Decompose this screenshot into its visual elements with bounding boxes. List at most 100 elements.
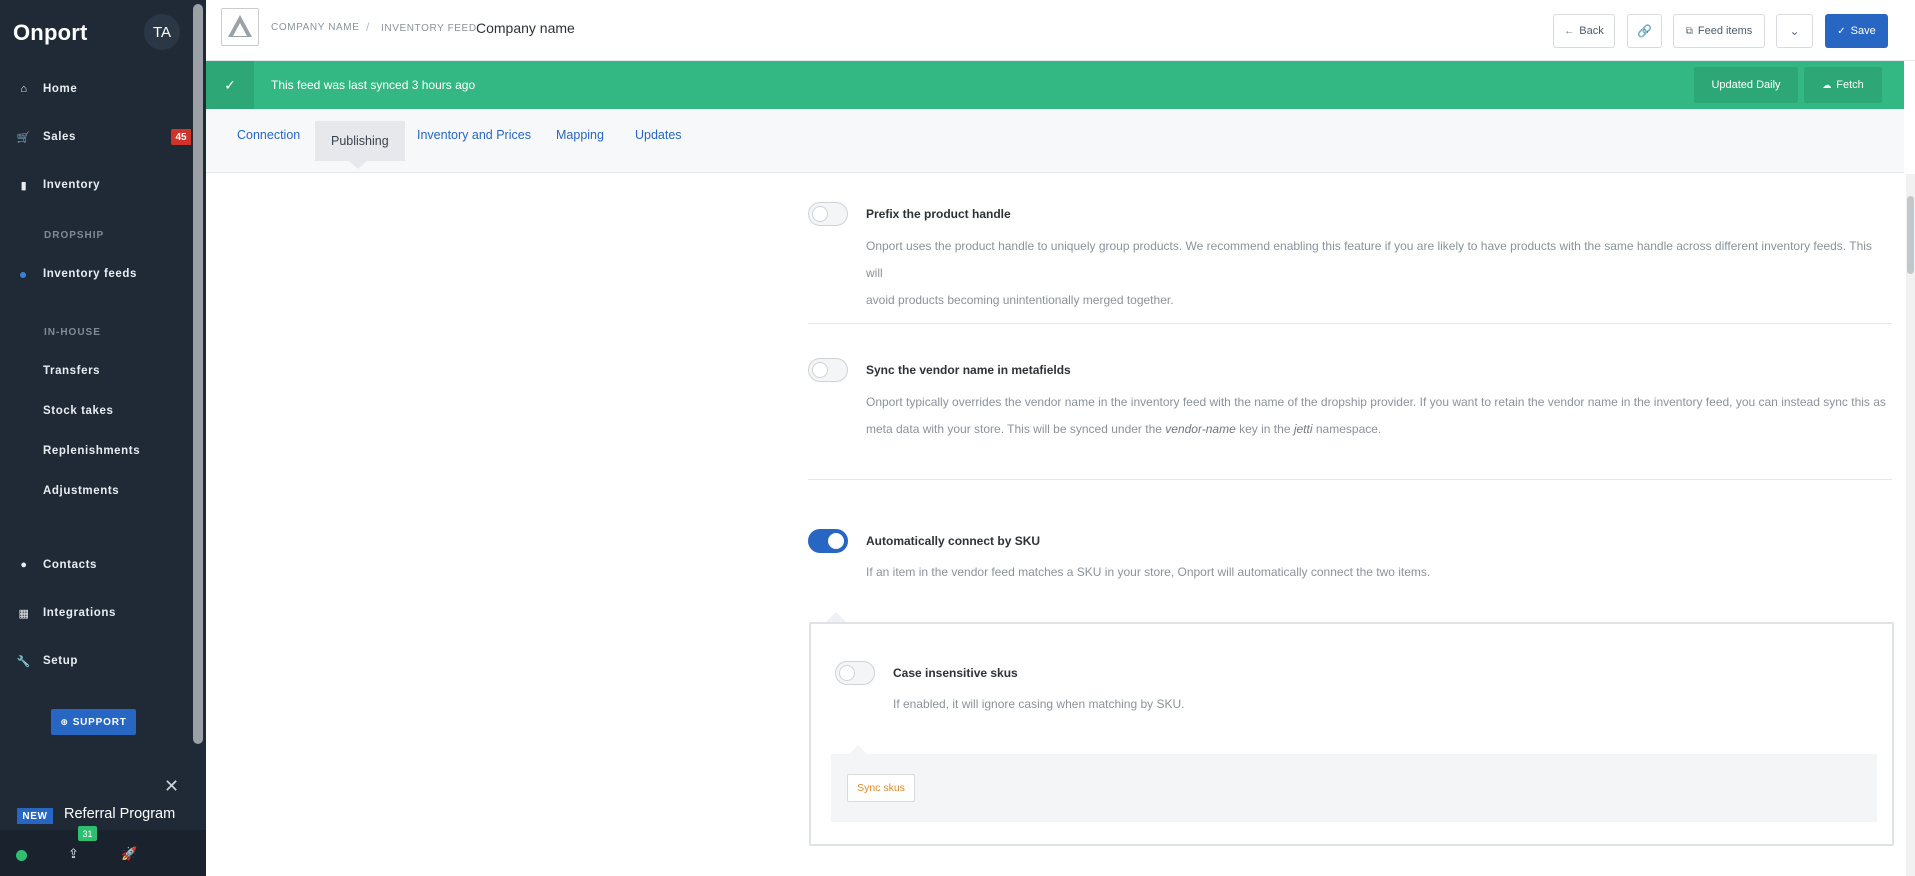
home-icon: ⌂: [20, 83, 28, 95]
sidebar-item-label: Integrations: [43, 607, 117, 619]
sidebar-item-contacts[interactable]: ● Contacts: [0, 553, 191, 577]
status-online-indicator: [16, 850, 27, 861]
scrollbar-thumb[interactable]: [1907, 196, 1914, 274]
prefix-handle-desc-line-2: avoid products becoming unintentionally …: [866, 293, 1174, 307]
fetch-label: Fetch: [1836, 79, 1864, 91]
breadcrumb-inventory-feed: INVENTORY FEED:: [381, 23, 481, 34]
sidebar-item-home[interactable]: ⌂ Home: [0, 77, 191, 101]
save-label: Save: [1850, 25, 1876, 37]
sidebar-item-setup[interactable]: 🔧 Setup: [0, 649, 191, 673]
sidebar-item-inventory-feeds[interactable]: Inventory feeds: [43, 268, 137, 280]
save-button[interactable]: ✓ Save: [1825, 14, 1888, 48]
sidebar-item-label: Home: [43, 83, 78, 95]
upload-icon[interactable]: ⇪: [68, 846, 79, 862]
top-header: COMPANY NAME / INVENTORY FEED: Company n…: [206, 0, 1915, 61]
fetch-button[interactable]: ☁ Fetch: [1804, 67, 1882, 103]
sidebar-item-label: Setup: [43, 655, 78, 667]
sync-status-text: This feed was last synced 3 hours ago: [271, 78, 476, 92]
support-label: SUPPORT: [72, 716, 127, 728]
sidebar-item-stock-takes[interactable]: Stock takes: [43, 405, 114, 417]
wrench-icon: 🔧: [16, 655, 32, 668]
prefix-handle-description: Onport uses the product handle to unique…: [866, 233, 1886, 314]
sidebar-item-label: Contacts: [43, 559, 98, 571]
sidebar-item-sales[interactable]: 🛒 Sales: [0, 125, 191, 149]
sidebar-item-label: Sales: [43, 131, 77, 143]
active-indicator-dot: [20, 272, 26, 278]
tab-inventory-and-prices[interactable]: Inventory and Prices: [417, 109, 531, 161]
close-icon[interactable]: ✕: [164, 776, 179, 797]
feed-items-label: Feed items: [1697, 25, 1753, 37]
sidebar-item-inventory[interactable]: ▮ Inventory: [0, 173, 191, 197]
link-button[interactable]: 🔗: [1627, 14, 1662, 48]
toggle-knob: [828, 533, 844, 549]
sales-count-badge: 45: [171, 129, 191, 145]
auto-connect-sku-title: Automatically connect by SKU: [866, 534, 1041, 548]
sidebar-bottom-bar: [0, 830, 206, 876]
company-logo-icon: [228, 15, 252, 37]
tab-bar: Connection Publishing Inventory and Pric…: [206, 109, 1904, 173]
sync-vendor-description: Onport typically overrides the vendor na…: [866, 389, 1886, 443]
tab-updates[interactable]: Updates: [635, 109, 682, 161]
active-tab-caret: [349, 161, 367, 169]
jetti-namespace: jetti: [1293, 422, 1313, 436]
back-button[interactable]: ← Back: [1553, 14, 1615, 48]
brand-logo[interactable]: Onport: [13, 20, 88, 46]
check-icon: ✓: [206, 61, 254, 109]
auto-connect-sku-toggle[interactable]: [808, 529, 848, 553]
prefix-handle-desc-line-1: Onport uses the product handle to unique…: [866, 239, 1872, 280]
tab-connection[interactable]: Connection: [237, 109, 300, 161]
case-insensitive-toggle[interactable]: [835, 661, 875, 685]
new-badge: NEW: [17, 808, 53, 824]
auto-connect-sku-description: If an item in the vendor feed matches a …: [866, 565, 1431, 579]
toggle-knob: [839, 665, 855, 681]
check-icon: ✓: [1837, 25, 1846, 37]
sync-vendor-desc-text: meta data with your store. This will be …: [866, 422, 1162, 436]
cloud-download-icon: ☁: [1822, 79, 1832, 90]
back-label: Back: [1579, 25, 1604, 37]
feed-items-button[interactable]: ⧉ Feed items: [1673, 14, 1765, 48]
external-link-icon: ⧉: [1685, 25, 1693, 37]
prefix-handle-toggle[interactable]: [808, 202, 848, 226]
breadcrumb-company[interactable]: COMPANY NAME: [271, 22, 360, 33]
sidebar-item-replenishments[interactable]: Replenishments: [43, 445, 140, 457]
sidebar-item-integrations[interactable]: ▦ Integrations: [0, 601, 191, 625]
sync-status-banner: ✓ This feed was last synced 3 hours ago …: [206, 61, 1904, 109]
publishing-settings: Prefix the product handle Onport uses th…: [222, 174, 1899, 876]
bookmark-icon: ▮: [20, 179, 28, 192]
toggle-knob: [812, 206, 828, 222]
main-scrollbar[interactable]: [1906, 174, 1915, 876]
sync-vendor-desc-text: key in the: [1239, 422, 1291, 436]
support-button[interactable]: ⊕ SUPPORT: [51, 709, 136, 735]
sidebar-scrollbar[interactable]: [193, 4, 203, 744]
company-logo: [221, 8, 259, 46]
main-panel: COMPANY NAME / INVENTORY FEED: Company n…: [206, 0, 1915, 876]
help-icon: ⊕: [60, 716, 69, 727]
tab-mapping[interactable]: Mapping: [556, 109, 604, 161]
sidebar-nav: Onport TA ⌂ Home 🛒 Sales 45 ▮ Inventory …: [0, 0, 191, 830]
more-dropdown-button[interactable]: ⌄: [1776, 14, 1813, 48]
sync-vendor-desc-line-1: Onport typically overrides the vendor na…: [866, 395, 1886, 409]
divider: [808, 323, 1892, 324]
rocket-icon[interactable]: 🚀: [121, 846, 137, 862]
app-root: Onport TA ⌂ Home 🛒 Sales 45 ▮ Inventory …: [0, 0, 1915, 876]
breadcrumb-separator: /: [366, 20, 370, 34]
referral-program-link[interactable]: Referral Program: [64, 806, 175, 822]
notification-count-badge: 31: [78, 826, 97, 841]
grid-icon: ▦: [18, 607, 30, 620]
sync-vendor-desc-line-2: meta data with your store. This will be …: [866, 416, 1886, 443]
chevron-down-icon: ⌄: [1789, 24, 1800, 38]
sync-vendor-title: Sync the vendor name in metafields: [866, 363, 1071, 377]
case-insensitive-description: If enabled, it will ignore casing when m…: [893, 697, 1185, 711]
cart-icon: 🛒: [16, 131, 32, 144]
sidebar-item-adjustments[interactable]: Adjustments: [43, 485, 119, 497]
sync-skus-box: [831, 754, 1877, 822]
toggle-knob: [812, 362, 828, 378]
sidebar-item-transfers[interactable]: Transfers: [43, 365, 100, 377]
tab-publishing[interactable]: Publishing: [315, 121, 405, 161]
updated-daily-button[interactable]: Updated Daily: [1694, 67, 1798, 103]
prefix-handle-title: Prefix the product handle: [866, 207, 1011, 221]
sync-skus-button[interactable]: Sync skus: [847, 774, 915, 802]
avatar[interactable]: TA: [144, 14, 180, 50]
sync-vendor-toggle[interactable]: [808, 358, 848, 382]
case-insensitive-title: Case insensitive skus: [893, 666, 1018, 680]
